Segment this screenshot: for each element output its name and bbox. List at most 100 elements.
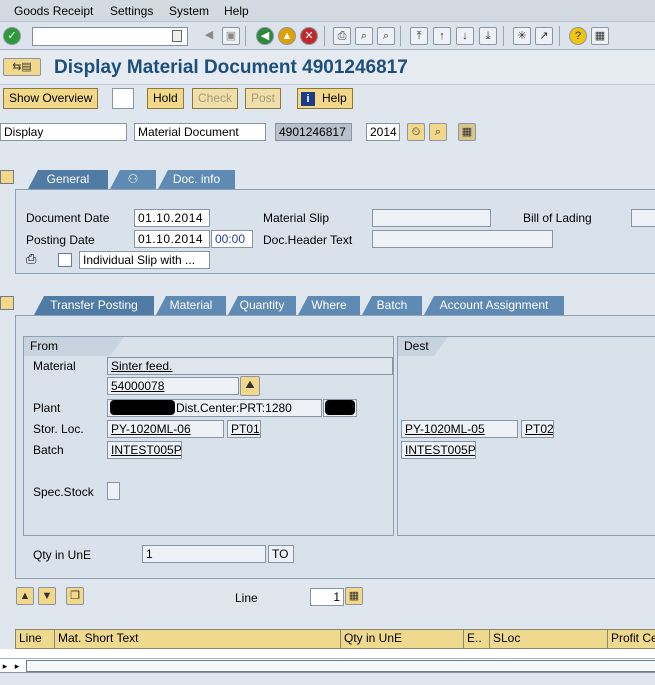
line-field[interactable]: 1 [310,588,344,606]
posting-date-label: Posting Date [26,233,95,247]
material-image-icon[interactable]: ⛰ [240,376,260,396]
dest-batch-field[interactable]: INTEST005P [401,441,476,459]
redacted-plant-code [110,400,175,415]
toolbar-separator [245,26,246,46]
back-icon[interactable]: ◀ [256,27,274,45]
year-field[interactable]: 2014 [366,123,400,141]
material-label: Material [33,359,76,373]
tab-where[interactable]: Where [298,296,360,315]
dest-storage-location-code[interactable]: PT02 [521,420,554,438]
exit-icon[interactable]: ▲ [278,27,296,45]
show-overview-button[interactable]: Show Overview [3,88,99,109]
post-button[interactable]: Post [245,88,282,109]
save-icon[interactable]: ▣ [222,27,240,45]
bill-of-lading-field[interactable] [631,209,655,227]
storage-location-label: Stor. Loc. [33,422,84,436]
toolbar-separator [324,26,325,46]
posting-time-field[interactable]: 00:00 [211,230,253,248]
tab-general[interactable]: General [28,170,108,189]
column-quantity[interactable]: Qty in UnE [340,629,463,649]
document-date-label: Document Date [26,211,110,225]
page-title: Display Material Document 4901246817 [54,57,408,78]
scroll-right-arrow-icon[interactable]: ▸ [12,659,22,673]
collapse-header-icon[interactable] [0,170,14,184]
next-page-icon[interactable]: ↓ [456,27,474,45]
check-button[interactable]: Check [192,88,239,109]
tab-batch[interactable]: Batch [362,296,422,315]
quantity-label: Qty in UnE [33,548,92,562]
print-checkbox[interactable] [58,253,72,267]
unit-field[interactable]: TO [268,545,294,563]
previous-page-icon[interactable]: ↑ [433,27,451,45]
next-item-icon[interactable]: ▼ [38,587,56,605]
back-arrow-icon[interactable]: ◀ [200,27,218,45]
enter-icon[interactable]: ✓ [3,27,21,45]
find-icon[interactable]: ⌕ [355,27,373,45]
material-slip-label: Material Slip [263,211,330,225]
tab-doc-info[interactable]: Doc. info [158,170,235,189]
help-icon[interactable]: ? [569,27,587,45]
document-date-field[interactable]: 01.10.2014 [134,209,210,227]
dest-storage-location-field[interactable]: PY-1020ML-05 [401,420,518,438]
go-to-line-icon[interactable]: ▦ [345,587,363,605]
reference-select[interactable]: Material Document [134,123,266,141]
column-storage-location[interactable]: SLoc [489,629,607,649]
from-batch-field[interactable]: INTEST005P [107,441,182,459]
toolbar-separator [400,26,401,46]
execute-icon[interactable]: ⏲ [407,123,425,141]
plant-label: Plant [33,401,61,415]
from-storage-location-code[interactable]: PT01 [227,420,261,438]
action-select[interactable]: Display [0,123,127,141]
scroll-left-arrow-icon[interactable]: ▸ [0,659,10,673]
tab-material[interactable]: Material [156,296,226,315]
previous-item-icon[interactable]: ▲ [16,587,34,605]
find-next-icon[interactable]: ⌕ [377,27,395,45]
column-profit-center[interactable]: Profit Ce [607,629,655,649]
material-number-field[interactable]: 54000078 [107,377,239,395]
shortcut-icon[interactable]: ↗ [535,27,553,45]
document-list-icon[interactable]: ▦ [458,123,476,141]
menu-help[interactable]: Help [224,4,249,18]
line-label: Line [235,591,258,605]
cancel-icon[interactable]: ✕ [300,27,318,45]
material-description-field: Sinter feed. [107,357,393,375]
scrollbar-thumb[interactable] [26,660,655,672]
print-icon[interactable]: ⎙ [333,27,351,45]
special-stock-field[interactable] [107,482,120,500]
tab-transfer-posting[interactable]: Transfer Posting [34,296,154,315]
create-session-icon[interactable]: ✳ [513,27,531,45]
printer-icon: ⎙ [26,251,37,266]
menu-goods-receipt[interactable]: Goods Receipt [14,4,93,18]
special-stock-label: Spec.Stock [33,485,94,499]
last-page-icon[interactable]: ⤓ [479,27,497,45]
from-storage-location-field[interactable]: PY-1020ML-06 [107,420,224,438]
tab-account-assignment[interactable]: Account Assignment [424,296,564,315]
collapse-item-icon[interactable] [0,296,14,310]
print-version-select[interactable]: Individual Slip with ... [79,251,210,269]
doc-header-text-field[interactable] [372,230,553,248]
transaction-icon[interactable]: ⇆▤ [3,58,41,76]
tab-quantity[interactable]: Quantity [228,296,296,315]
redacted-plant-id [325,400,355,415]
command-history-icon[interactable] [172,30,182,42]
menu-system[interactable]: System [169,4,209,18]
menu-settings[interactable]: Settings [110,4,153,18]
quantity-field[interactable]: 1 [142,545,266,563]
batch-label: Batch [33,443,64,457]
toolbar-separator [559,26,560,46]
material-slip-field[interactable] [372,209,491,227]
info-icon: i [301,92,315,106]
column-material-short-text[interactable]: Mat. Short Text [54,629,340,649]
command-field[interactable] [32,27,188,46]
tab-partners-icon[interactable]: ⚇ [110,170,156,189]
first-page-icon[interactable]: ⤒ [410,27,428,45]
copy-item-icon[interactable]: ❐ [66,587,84,605]
column-unit[interactable]: E.. [463,629,489,649]
customize-layout-icon[interactable]: ▦ [591,27,609,45]
column-line[interactable]: Line [15,629,53,649]
new-document-icon[interactable] [112,88,134,109]
find-document-icon[interactable]: ⌕ [429,123,447,141]
hold-button[interactable]: Hold [147,88,184,109]
posting-date-field[interactable]: 01.10.2014 [134,230,210,248]
document-number-field[interactable]: 4901246817 [275,123,352,141]
